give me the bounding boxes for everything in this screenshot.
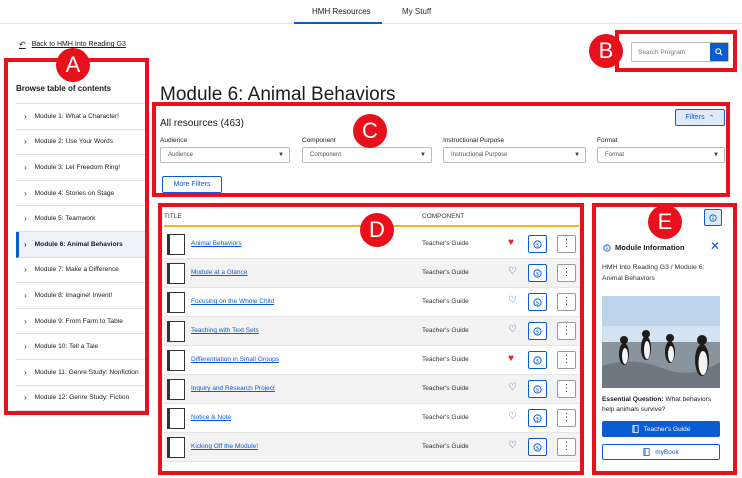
annotation-badge-a: A: [56, 48, 90, 82]
annotation-badge-e: E: [648, 205, 682, 239]
annotation-frame-b: [615, 30, 737, 72]
annotation-frame-e: [592, 203, 737, 475]
active-tab-indicator: [294, 22, 382, 24]
back-link-label: Back to HMH Into Reading G3: [31, 41, 126, 48]
annotation-frame-a: [4, 58, 149, 415]
tab-hmh-resources[interactable]: HMH Resources: [312, 7, 371, 16]
annotation-badge-b: B: [589, 34, 623, 68]
annotation-frame-c: [152, 102, 730, 197]
page: HMH Resources My Stuff ↶ Back to HMH Int…: [0, 0, 742, 478]
top-nav: HMH Resources My Stuff: [0, 0, 742, 24]
annotation-badge-c: C: [353, 114, 387, 148]
tab-my-stuff[interactable]: My Stuff: [402, 7, 431, 16]
back-arrow-icon: ↶: [19, 40, 26, 49]
annotation-badge-d: D: [360, 213, 394, 247]
